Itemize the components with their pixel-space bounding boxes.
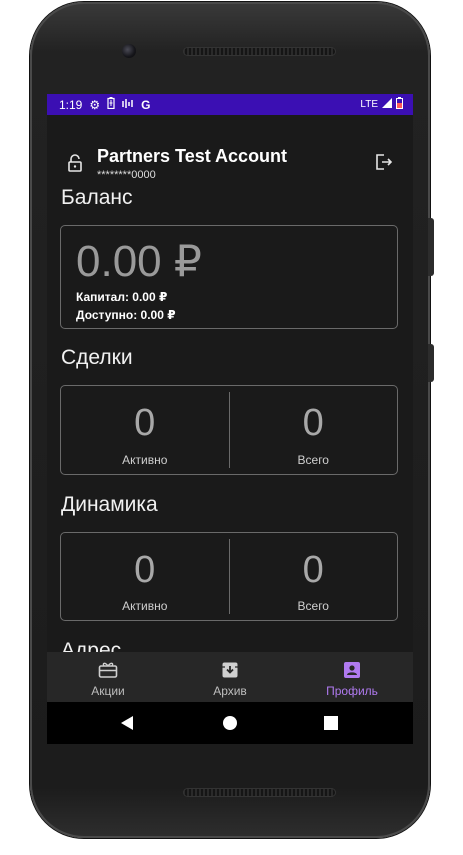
account-title: Partners Test Account bbox=[97, 146, 288, 166]
top-speaker bbox=[183, 47, 336, 56]
deals-card: 0 Активно 0 Всего bbox=[60, 385, 398, 475]
gear-icon: ⚙ bbox=[89, 97, 101, 112]
home-icon[interactable] bbox=[222, 715, 238, 736]
deals-active: 0 Активно bbox=[61, 386, 229, 474]
nav-label-profile: Профиль bbox=[326, 684, 378, 698]
status-time: 1:19 bbox=[59, 97, 83, 112]
deals-active-count: 0 bbox=[134, 402, 156, 444]
capital-value: Капитал: 0.00 ₽ bbox=[76, 290, 168, 304]
deals-total-label: Всего bbox=[297, 453, 329, 467]
logout-icon[interactable] bbox=[375, 153, 393, 176]
google-icon: G bbox=[141, 97, 151, 112]
deals-total: 0 Всего bbox=[228, 392, 398, 468]
dynamics-active-count: 0 bbox=[134, 549, 156, 591]
cell-signal-icon bbox=[382, 98, 392, 111]
dynamics-active-label: Активно bbox=[122, 599, 168, 613]
bottom-navigation: Акции Архив Профиль bbox=[47, 652, 413, 702]
nav-item-profile[interactable]: Профиль bbox=[291, 652, 413, 702]
archive-icon bbox=[221, 661, 239, 684]
nav-label-promotions: Акции bbox=[91, 684, 125, 698]
balance-amount: 0.00 ₽ bbox=[76, 237, 202, 286]
nav-item-promotions[interactable]: Акции bbox=[47, 652, 169, 702]
balance-title: Баланс bbox=[61, 186, 133, 209]
gift-card-icon bbox=[98, 661, 118, 684]
back-icon[interactable] bbox=[120, 715, 134, 736]
system-navigation-bar bbox=[47, 702, 413, 744]
deals-title: Сделки bbox=[61, 346, 133, 369]
dynamics-active: 0 Активно bbox=[61, 533, 229, 620]
profile-badge-icon bbox=[343, 661, 361, 684]
status-bar: 1:19 ⚙ G LTE bbox=[47, 94, 413, 115]
front-camera bbox=[122, 44, 136, 58]
dynamics-title: Динамика bbox=[61, 493, 158, 516]
account-header: Partners Test Account ********0000 bbox=[47, 115, 413, 183]
signal-activity-icon bbox=[122, 98, 134, 112]
dynamics-total-label: Всего bbox=[297, 599, 329, 613]
dynamics-card: 0 Активно 0 Всего bbox=[60, 532, 398, 621]
bottom-speaker bbox=[183, 788, 336, 797]
volume-button bbox=[428, 218, 434, 276]
deals-total-count: 0 bbox=[302, 402, 324, 444]
nav-item-archive[interactable]: Архив bbox=[169, 652, 291, 702]
app-screen: 1:19 ⚙ G LTE Partners Test Account *****… bbox=[47, 94, 413, 702]
network-type: LTE bbox=[360, 99, 378, 110]
dynamics-total: 0 Всего bbox=[228, 539, 398, 614]
battery-saver-icon bbox=[107, 97, 115, 112]
recents-icon[interactable] bbox=[324, 716, 338, 735]
battery-icon bbox=[396, 97, 403, 112]
nav-label-archive: Архив bbox=[213, 684, 247, 698]
dynamics-total-count: 0 bbox=[302, 549, 324, 591]
power-button bbox=[428, 344, 434, 382]
available-value: Доступно: 0.00 ₽ bbox=[76, 308, 176, 322]
account-number: ********0000 bbox=[97, 169, 156, 181]
balance-card: 0.00 ₽ Капитал: 0.00 ₽ Доступно: 0.00 ₽ bbox=[60, 225, 398, 329]
lock-icon[interactable] bbox=[67, 153, 83, 178]
deals-active-label: Активно bbox=[122, 453, 168, 467]
